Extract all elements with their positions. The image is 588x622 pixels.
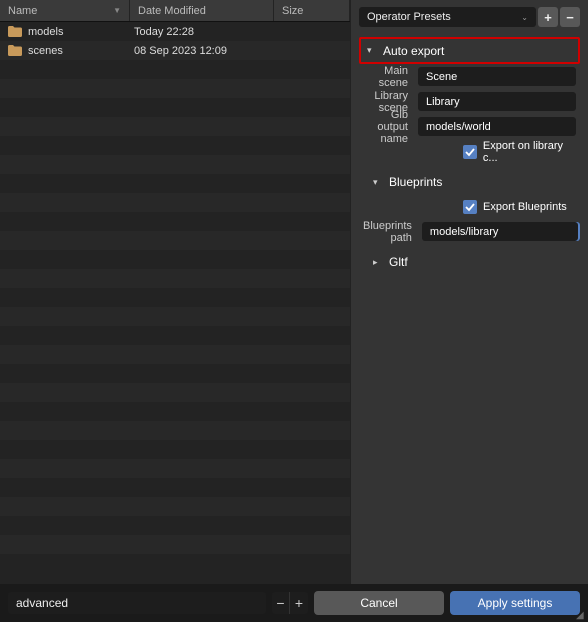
blueprints-path-label: Blueprints path <box>363 220 422 244</box>
glb-output-label: Glb output name <box>363 109 418 145</box>
export-blueprints-checkbox[interactable] <box>463 200 477 214</box>
file-date: 08 Sep 2023 12:09 <box>134 45 278 57</box>
search-stepper: − + <box>272 592 308 614</box>
folder-icon <box>8 45 22 56</box>
auto-export-section: ▾ Auto export <box>359 37 580 64</box>
blueprints-path-row: Blueprints path <box>359 219 580 244</box>
chevron-right-icon: ▸ <box>373 257 385 268</box>
file-row[interactable]: scenes 08 Sep 2023 12:09 <box>0 41 350 60</box>
file-row[interactable]: models Today 22:28 <box>0 22 350 41</box>
blueprints-header[interactable]: ▾ Blueprints <box>359 170 580 194</box>
export-library-label: Export on library c... <box>483 140 580 164</box>
preset-row: Operator Presets ⌄ + − <box>359 7 580 27</box>
file-name: models <box>28 26 134 38</box>
preset-remove-button[interactable]: − <box>560 7 580 27</box>
blueprints-path-input[interactable] <box>422 222 580 241</box>
blueprints-title: Blueprints <box>389 175 442 189</box>
sort-indicator-icon: ▼ <box>113 6 121 15</box>
file-date: Today 22:28 <box>134 26 278 38</box>
apply-label: Apply settings <box>478 596 553 610</box>
main-scene-row: Main scene <box>359 64 580 89</box>
side-panel: Operator Presets ⌄ + − ▾ Auto export Mai… <box>350 0 588 584</box>
main-scene-label: Main scene <box>363 65 418 89</box>
bottom-bar: − + Cancel Apply settings <box>0 584 588 622</box>
column-date-label: Date Modified <box>138 5 206 17</box>
preset-label: Operator Presets <box>367 11 451 23</box>
folder-icon <box>8 26 22 37</box>
library-scene-input[interactable] <box>418 92 576 111</box>
gltf-title: Gltf <box>389 255 408 269</box>
main-scene-input[interactable] <box>418 67 576 86</box>
file-browser: Name ▼ Date Modified Size models Today 2… <box>0 0 350 584</box>
apply-settings-button[interactable]: Apply settings <box>450 591 580 615</box>
export-blueprints-label: Export Blueprints <box>483 201 567 213</box>
export-blueprints-row[interactable]: Export Blueprints <box>359 194 580 219</box>
column-size[interactable]: Size <box>274 0 350 21</box>
file-list: models Today 22:28 scenes 08 Sep 2023 12… <box>0 22 350 60</box>
preset-add-button[interactable]: + <box>538 7 558 27</box>
chevron-down-icon: ▾ <box>367 45 379 56</box>
column-headers: Name ▼ Date Modified Size <box>0 0 350 22</box>
resize-grip-icon[interactable]: ◢ <box>576 610 586 620</box>
stepper-plus-button[interactable]: + <box>290 592 308 614</box>
empty-rows <box>0 60 350 573</box>
export-library-checkbox[interactable] <box>463 145 477 159</box>
glb-output-row: Glb output name <box>359 114 580 139</box>
file-name: scenes <box>28 45 134 57</box>
chevron-down-icon: ⌄ <box>521 13 528 22</box>
auto-export-title: Auto export <box>383 44 444 58</box>
cancel-button[interactable]: Cancel <box>314 591 444 615</box>
preset-dropdown[interactable]: Operator Presets ⌄ <box>359 7 536 27</box>
column-size-label: Size <box>282 5 303 17</box>
column-name-label: Name <box>8 5 37 17</box>
gltf-header[interactable]: ▸ Gltf <box>359 250 580 274</box>
auto-export-header[interactable]: ▾ Auto export <box>361 39 578 62</box>
column-date[interactable]: Date Modified <box>130 0 274 21</box>
column-name[interactable]: Name ▼ <box>0 0 130 21</box>
cancel-label: Cancel <box>360 596 397 610</box>
chevron-down-icon: ▾ <box>373 177 385 188</box>
stepper-minus-button[interactable]: − <box>272 592 290 614</box>
glb-output-input[interactable] <box>418 117 576 136</box>
search-input[interactable] <box>8 592 266 614</box>
